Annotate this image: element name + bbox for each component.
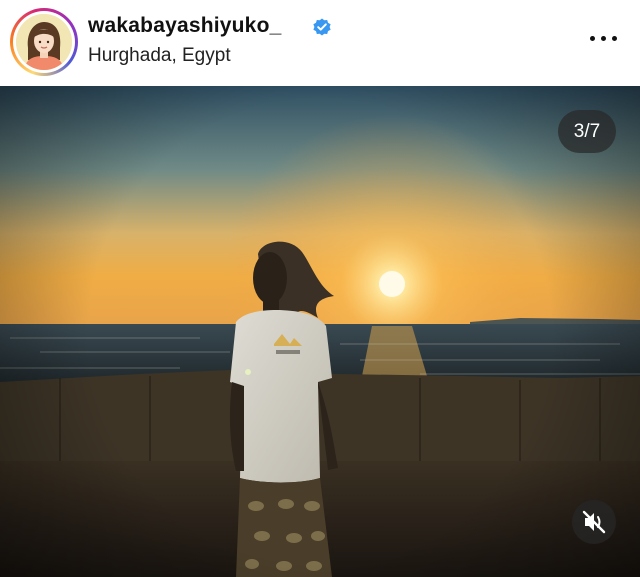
verified-badge-icon xyxy=(313,18,331,36)
post-photo[interactable] xyxy=(0,86,640,577)
more-options-icon[interactable] xyxy=(586,31,620,49)
volume-muted-icon[interactable] xyxy=(572,500,616,544)
carousel-counter: 3/7 xyxy=(558,110,616,153)
avatar[interactable] xyxy=(16,14,72,70)
post-header: wakabayashiyuko_ Hurghada, Egypt xyxy=(0,0,640,85)
story-ring[interactable] xyxy=(10,8,78,76)
username[interactable]: wakabayashiyuko_ xyxy=(88,14,281,38)
location-link[interactable]: Hurghada, Egypt xyxy=(88,45,231,67)
avatar-illustration xyxy=(16,14,72,70)
